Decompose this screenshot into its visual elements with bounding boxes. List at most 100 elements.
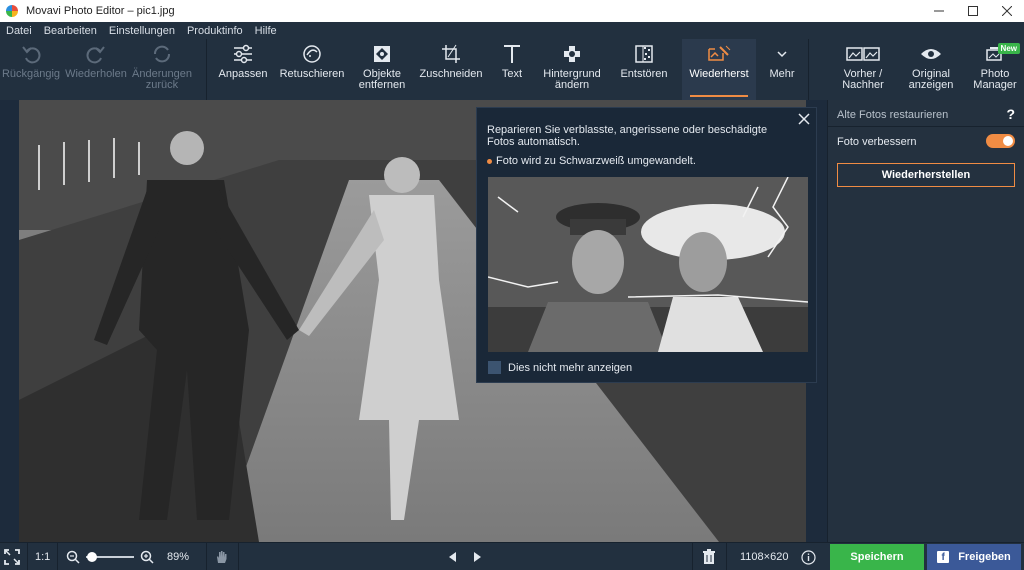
undo-button[interactable]: Rückgängig [0, 39, 62, 100]
retouch-button[interactable]: Retuschieren [274, 39, 350, 100]
toolbar-separator [808, 39, 809, 100]
hand-tool-button[interactable] [214, 543, 230, 570]
enhance-photo-label: Foto verbessern [837, 136, 917, 148]
sliders-icon [234, 44, 252, 64]
save-button[interactable]: Speichern [830, 544, 924, 570]
sample-photo-image [488, 177, 808, 352]
status-separator [238, 543, 239, 570]
restore-tool-button[interactable]: Wiederherst [682, 39, 756, 100]
zoom-in-button[interactable] [140, 543, 154, 570]
dont-show-again-label: Dies nicht mehr anzeigen [508, 361, 633, 374]
close-icon [1002, 6, 1012, 16]
hand-icon [217, 551, 227, 563]
crop-label: Zuschneiden [419, 68, 483, 80]
fit-screen-button[interactable] [4, 543, 20, 570]
menu-settings[interactable]: Einstellungen [103, 25, 181, 37]
redo-button[interactable]: Wiederholen [62, 39, 130, 100]
popup-close-button[interactable] [795, 110, 813, 128]
arrow-right-icon [474, 552, 481, 562]
text-icon [504, 45, 520, 63]
info-icon [801, 549, 816, 565]
revert-label: Änderungen zurück [132, 68, 192, 91]
retouch-label: Retuschieren [279, 68, 345, 80]
adjust-label: Anpassen [218, 68, 268, 80]
trash-icon [703, 549, 715, 564]
bullet-dot [487, 158, 492, 164]
photo-manager-button[interactable]: Photo Manager New [966, 39, 1024, 100]
photo-manager-label: Photo Manager [973, 68, 1017, 91]
zoom-out-button[interactable] [66, 543, 80, 570]
restore-tool-label: Wiederherst [689, 68, 749, 80]
delete-button[interactable] [702, 543, 716, 570]
before-after-label: Vorher / Nachher [842, 68, 884, 91]
enhance-photo-toggle[interactable] [986, 134, 1015, 148]
text-label: Text [501, 68, 523, 80]
minimize-button[interactable] [922, 0, 956, 22]
share-label: Freigeben [958, 551, 1011, 563]
retouch-face-icon [303, 45, 321, 63]
image-info-button[interactable] [801, 543, 816, 570]
facebook-icon: f [937, 551, 950, 563]
remove-objects-button[interactable]: Objekte entfernen [350, 39, 414, 100]
remove-objects-icon [374, 46, 390, 62]
panel-divider [828, 126, 1024, 127]
checkbox-box[interactable] [488, 361, 501, 374]
menu-edit[interactable]: Bearbeiten [38, 25, 103, 37]
status-separator [726, 543, 727, 570]
new-badge: New [997, 43, 1020, 54]
share-button[interactable]: f Freigeben [927, 544, 1021, 570]
maximize-icon [968, 6, 978, 16]
menu-help[interactable]: Hilfe [249, 25, 283, 37]
restore-info-popup: Reparieren Sie verblasste, angerissene o… [476, 107, 817, 383]
close-button[interactable] [990, 0, 1024, 22]
denoise-label: Entstören [620, 68, 668, 80]
chevron-down-icon [777, 51, 787, 58]
revert-changes-button[interactable]: Änderungen zurück [130, 39, 194, 100]
close-icon [798, 113, 810, 125]
menu-file[interactable]: Datei [0, 25, 38, 37]
popup-note-text: Foto wird zu Schwarzweiß umgewandelt. [496, 155, 696, 167]
status-separator [692, 543, 693, 570]
crop-button[interactable]: Zuschneiden [414, 39, 488, 100]
before-after-button[interactable]: Vorher / Nachher [832, 39, 894, 100]
popup-note: Foto wird zu Schwarzweiß umgewandelt. [487, 155, 696, 167]
help-icon[interactable]: ? [1006, 106, 1015, 122]
dont-show-again-checkbox[interactable]: Dies nicht mehr anzeigen [488, 361, 632, 374]
window-title: Movavi Photo Editor – pic1.jpg [26, 5, 175, 17]
zoom-slider-handle[interactable] [86, 552, 97, 562]
status-separator [27, 543, 28, 570]
app-logo-icon [6, 5, 18, 17]
text-button[interactable]: Text [488, 39, 536, 100]
restore-photo-icon [708, 45, 731, 61]
zoom-in-icon [140, 550, 154, 564]
next-image-button[interactable] [471, 543, 483, 570]
show-original-button[interactable]: Original anzeigen [900, 39, 962, 100]
arrow-left-icon [449, 552, 456, 562]
before-after-icon [846, 47, 880, 61]
restore-settings-panel: Alte Fotos restaurieren ? Foto verbesser… [827, 100, 1024, 542]
redo-icon [86, 46, 105, 64]
image-dimensions: 1108×620 [740, 551, 789, 563]
title-bar: Movavi Photo Editor – pic1.jpg [0, 0, 1024, 22]
maximize-button[interactable] [956, 0, 990, 22]
change-background-label: Hintergrund ändern [543, 68, 601, 91]
more-label: Mehr [769, 68, 795, 80]
toggle-knob [1003, 136, 1013, 146]
undo-icon [22, 46, 41, 64]
denoise-button[interactable]: Entstören [608, 39, 680, 100]
eye-icon [921, 49, 941, 59]
denoise-icon [635, 45, 653, 63]
adjust-button[interactable]: Anpassen [212, 39, 274, 100]
sample-old-photo [488, 177, 808, 352]
status-separator [206, 543, 207, 570]
menu-product-info[interactable]: Produktinfo [181, 25, 249, 37]
expand-icon [4, 549, 20, 565]
more-button[interactable]: Mehr [758, 39, 806, 100]
undo-label: Rückgängig [1, 68, 61, 80]
crop-icon [442, 44, 460, 63]
actual-size-button[interactable]: 1:1 [35, 543, 50, 570]
change-background-button[interactable]: Hintergrund ändern [536, 39, 608, 100]
remove-objects-label: Objekte entfernen [358, 68, 406, 91]
previous-image-button[interactable] [447, 543, 459, 570]
restore-button[interactable]: Wiederherstellen [837, 163, 1015, 187]
